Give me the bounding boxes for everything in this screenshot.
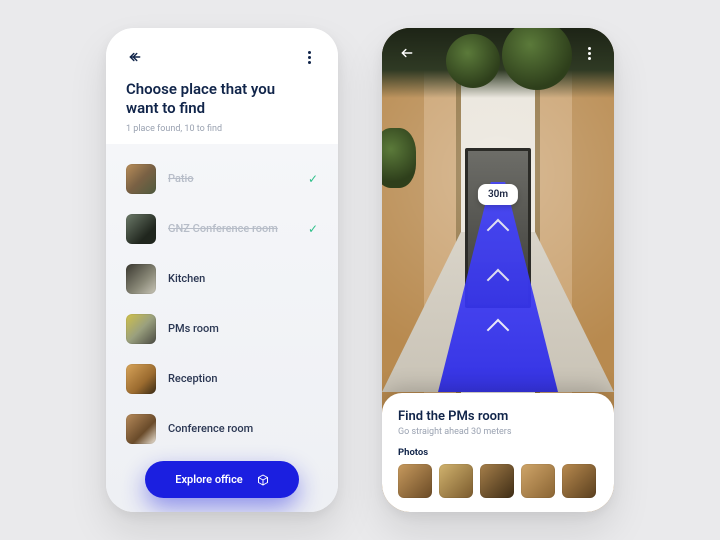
list-item[interactable]: Kitchen [126, 254, 318, 304]
more-icon[interactable] [580, 44, 598, 62]
list-item[interactable]: Reception [126, 354, 318, 404]
distance-badge: 30m [478, 184, 518, 205]
list-item[interactable]: Conference room [126, 404, 318, 454]
place-thumbnail [126, 264, 156, 294]
photo-thumbnail[interactable] [398, 464, 432, 498]
place-label: PMs room [168, 322, 318, 335]
place-thumbnail [126, 214, 156, 244]
place-thumbnail [126, 414, 156, 444]
header: Choose place that you want to find 1 pla… [106, 28, 338, 144]
list-item[interactable]: PMs room [126, 304, 318, 354]
cube-icon [257, 474, 269, 486]
photo-thumbnail[interactable] [521, 464, 555, 498]
plant-decor [382, 128, 416, 188]
phone-place-picker: Choose place that you want to find 1 pla… [106, 28, 338, 512]
topbar [398, 44, 598, 62]
place-thumbnail [126, 314, 156, 344]
explore-office-label: Explore office [175, 473, 242, 486]
card-title: Find the PMs room [398, 409, 598, 424]
list-item[interactable]: Patio ✓ [126, 154, 318, 204]
card-subtitle: Go straight ahead 30 meters [398, 427, 598, 437]
destination-card[interactable]: Find the PMs room Go straight ahead 30 m… [382, 393, 614, 512]
photo-thumbnail[interactable] [480, 464, 514, 498]
place-label: GNZ Conference room [168, 222, 296, 235]
chevron-up-icon [487, 319, 510, 342]
place-thumbnail [126, 364, 156, 394]
place-label: Reception [168, 372, 318, 385]
page-subtitle: 1 place found, 10 to find [126, 124, 318, 134]
place-thumbnail [126, 164, 156, 194]
back-icon[interactable] [398, 44, 416, 62]
place-label: Kitchen [168, 272, 318, 285]
list-item[interactable]: GNZ Conference room ✓ [126, 204, 318, 254]
place-list[interactable]: Patio ✓ GNZ Conference room ✓ Kitchen PM… [106, 144, 338, 513]
chevron-up-icon [487, 219, 510, 242]
chevron-up-icon [487, 269, 510, 292]
check-icon: ✓ [308, 222, 318, 236]
photo-thumbnail[interactable] [562, 464, 596, 498]
check-icon: ✓ [308, 172, 318, 186]
phone-ar-nav: 30m Find the PMs room Go straight ahead … [382, 28, 614, 512]
photo-thumbnails[interactable] [398, 464, 598, 498]
topbar [126, 48, 318, 66]
photos-label: Photos [398, 447, 598, 458]
explore-office-button[interactable]: Explore office [145, 461, 298, 498]
place-label: Patio [168, 172, 296, 185]
more-icon[interactable] [300, 48, 318, 66]
page-title: Choose place that you want to find [126, 80, 296, 118]
place-label: Conference room [168, 422, 318, 435]
photo-thumbnail[interactable] [439, 464, 473, 498]
back-icon[interactable] [126, 48, 144, 66]
